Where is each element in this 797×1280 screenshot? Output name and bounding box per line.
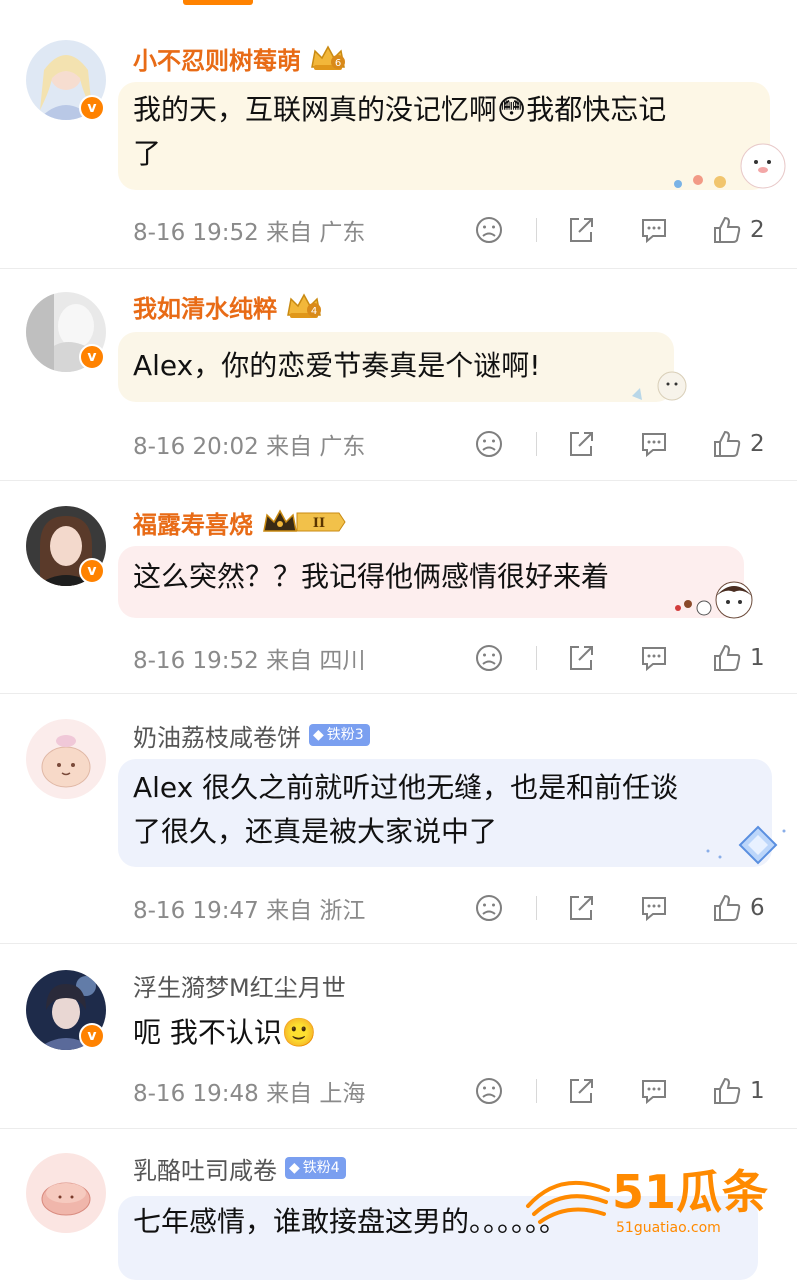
- comment-text: 我的天，互联网真的没记忆啊😳我都快忘记 了: [133, 93, 667, 170]
- like-count: 6: [750, 895, 765, 921]
- comment-text: Alex，你的恋爱节奏真是个谜啊!: [133, 349, 541, 382]
- divider: [536, 896, 537, 920]
- verified-icon: v: [79, 1023, 105, 1049]
- comment-meta: 8-16 19:52 来自 广东: [133, 220, 366, 246]
- verified-icon: v: [79, 558, 105, 584]
- divider: [536, 1079, 537, 1103]
- like-button[interactable]: 2: [712, 215, 765, 245]
- site-watermark-logo: 51瓜条 51guatiao.com: [526, 1165, 768, 1236]
- like-button[interactable]: 6: [712, 893, 765, 923]
- comment-meta: 8-16 19:47 来自 浙江: [133, 898, 366, 924]
- fan-badge: ◆ 铁粉3: [309, 724, 370, 746]
- username[interactable]: 乳酪吐司咸卷: [133, 1151, 277, 1186]
- like-button[interactable]: 2: [712, 429, 765, 459]
- dislike-button[interactable]: [474, 643, 504, 673]
- comment-meta: 8-16 20:02 来自 广东: [133, 434, 366, 460]
- svg-text:51瓜条: 51瓜条: [612, 1165, 768, 1219]
- comment-item: v 浮生漪梦M红尘月世 呃 我不认识🙂 8-16 19:48 来自 上海 1: [0, 943, 797, 1129]
- username[interactable]: 浮生漪梦M红尘月世: [133, 968, 346, 1003]
- like-count: 2: [750, 431, 765, 457]
- username[interactable]: 小不忍则树莓萌: [133, 41, 301, 76]
- comment-text: 呃 我不认识🙂: [133, 1016, 317, 1049]
- like-button[interactable]: 1: [712, 1076, 765, 1106]
- username[interactable]: 我如清水纯粹: [133, 289, 277, 324]
- comment-meta: 8-16 19:52 来自 四川: [133, 648, 366, 674]
- like-button[interactable]: 1: [712, 643, 765, 673]
- divider: [536, 646, 537, 670]
- svg-text:51guatiao.com: 51guatiao.com: [616, 1220, 721, 1236]
- comment-text: 这么突然？？我记得他俩感情很好来着: [133, 560, 610, 593]
- comment-item: 奶油荔枝咸卷饼 ◆ 铁粉3 Alex 很久之前就听过他无缝，也是和前任谈 了很久，…: [0, 693, 797, 944]
- username[interactable]: 奶油荔枝咸卷饼: [133, 718, 301, 753]
- divider: [536, 432, 537, 456]
- comment-item: v 我如清水纯粹 4 Alex，你的恋爱节奏真是个谜啊! 8-16 20:02 …: [0, 268, 797, 481]
- vip-crown-icon: 6: [309, 43, 347, 73]
- comment-item: v 小不忍则树莓萌 6 我的天，互联网真的没记忆啊😳我都快忘记 了 8-16 1…: [0, 0, 797, 269]
- fan-badge: ◆ 铁粉4: [285, 1157, 346, 1179]
- comment-meta: 8-16 19:48 来自 上海: [133, 1081, 366, 1107]
- divider: [536, 218, 537, 242]
- dislike-button[interactable]: [474, 215, 504, 245]
- reply-button[interactable]: [639, 1076, 669, 1106]
- like-count: 2: [750, 217, 765, 243]
- username[interactable]: 福露寿喜烧: [133, 505, 253, 540]
- share-button[interactable]: [566, 643, 596, 673]
- svg-text:4: 4: [311, 306, 317, 317]
- dislike-button[interactable]: [474, 429, 504, 459]
- avatar[interactable]: [26, 1153, 106, 1233]
- verified-icon: v: [79, 95, 105, 121]
- comment-text: Alex 很久之前就听过他无缝，也是和前任谈 了很久，还真是被大家说中了: [133, 771, 679, 848]
- svg-text:6: 6: [335, 58, 341, 69]
- reply-button[interactable]: [639, 893, 669, 923]
- share-button[interactable]: [566, 893, 596, 923]
- reply-button[interactable]: [639, 429, 669, 459]
- like-count: 1: [750, 645, 765, 671]
- svg-text:II: II: [313, 516, 325, 531]
- comment-item: v 福露寿喜烧 II 这么突然？？我记得他俩感情很好来着 8-16 19:52 …: [0, 480, 797, 694]
- vip-crown-icon: II: [261, 507, 347, 537]
- dislike-button[interactable]: [474, 893, 504, 923]
- verified-icon: v: [79, 344, 105, 370]
- avatar[interactable]: [26, 719, 106, 799]
- diamond-icon: ◆: [313, 727, 324, 743]
- dislike-button[interactable]: [474, 1076, 504, 1106]
- diamond-icon: ◆: [289, 1160, 300, 1176]
- like-count: 1: [750, 1078, 765, 1104]
- share-button[interactable]: [566, 429, 596, 459]
- share-button[interactable]: [566, 1076, 596, 1106]
- reply-button[interactable]: [639, 643, 669, 673]
- vip-crown-icon: 4: [285, 291, 323, 321]
- share-button[interactable]: [566, 215, 596, 245]
- reply-button[interactable]: [639, 215, 669, 245]
